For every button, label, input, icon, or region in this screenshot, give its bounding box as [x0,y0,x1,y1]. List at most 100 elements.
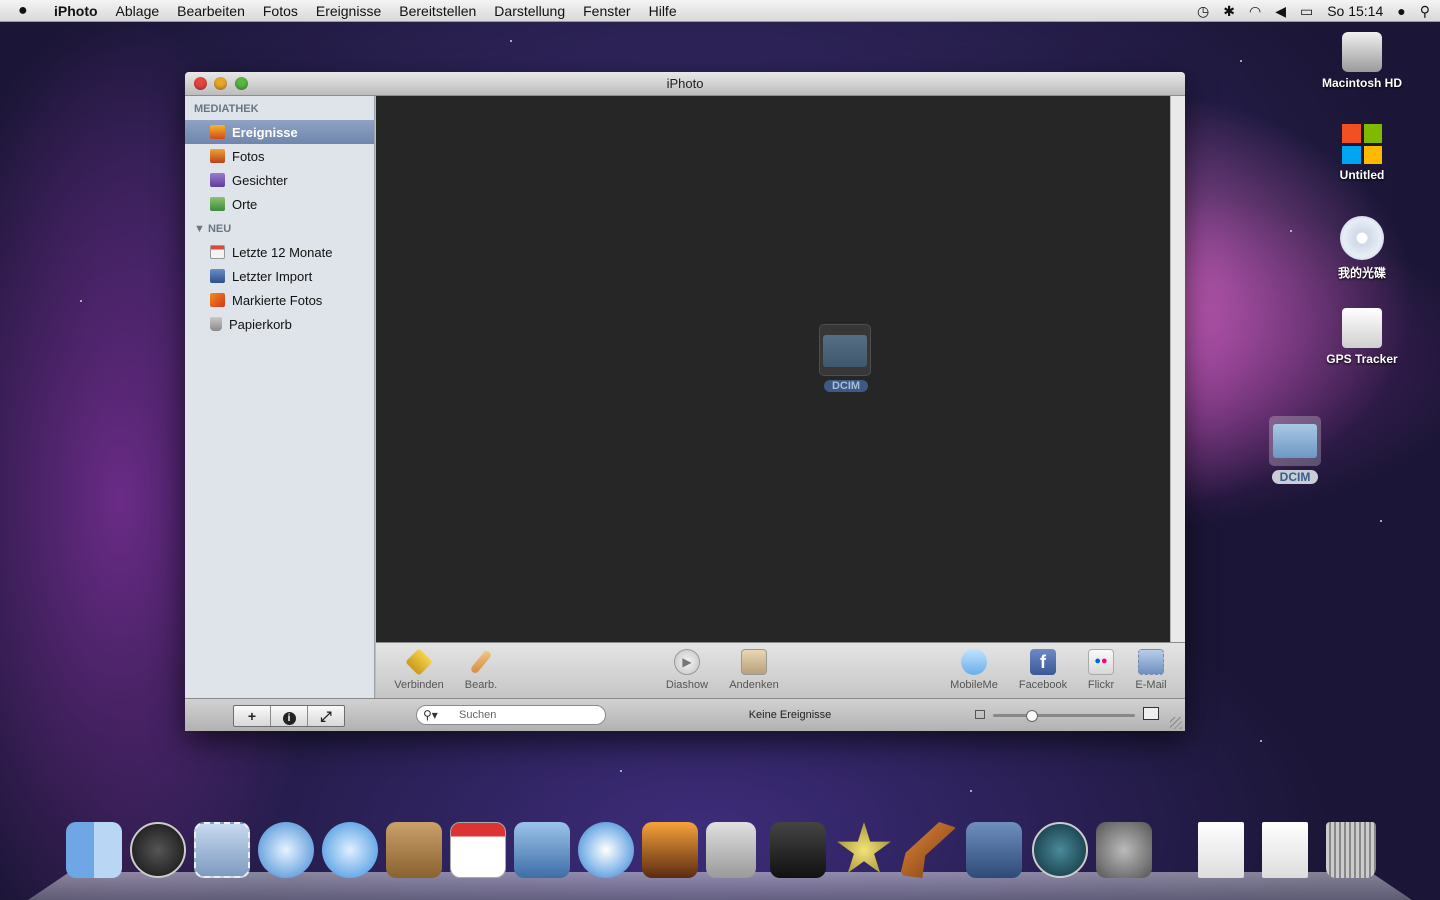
folder-label: DCIM [823,380,869,392]
imovie-icon[interactable] [837,822,891,873]
dragged-folder-dcim[interactable]: DCIM [819,324,873,394]
menu-ereignisse[interactable]: Ereignisse [316,3,381,19]
finder-icon[interactable] [66,822,122,878]
search-field[interactable]: ⚲▾ Suchen [416,705,606,725]
itunes-icon[interactable] [578,822,634,878]
ichat-icon[interactable] [322,822,378,878]
external-drive-icon [1342,308,1382,348]
zoom-slider-knob[interactable] [1026,710,1038,722]
pdf-document-icon[interactable] [1198,822,1244,878]
search-placeholder: Suchen [459,709,497,721]
email-button[interactable]: E-Mail [1121,649,1181,691]
resize-grip-icon[interactable] [1170,717,1182,729]
menu-bereitstellen[interactable]: Bereitstellen [399,3,476,19]
merge-icon [405,648,433,676]
diashow-button[interactable]: ▶ Diashow [657,649,717,691]
info-button[interactable]: i [271,706,308,726]
facebook-button[interactable]: f Facebook [1013,649,1073,691]
menu-bearbeiten[interactable]: Bearbeiten [177,3,245,19]
volume-icon[interactable]: ◀ [1275,3,1286,20]
facebook-icon: f [1030,649,1056,675]
faces-icon [210,173,225,187]
address-book-icon[interactable] [386,822,442,878]
apple-menu-icon[interactable]: ● [18,2,40,20]
desktop-icon-gps-tracker[interactable]: GPS Tracker [1307,308,1417,366]
places-icon [210,197,225,211]
bearbeiten-button[interactable]: Bearb. [451,649,511,691]
status-text: Keine Ereignisse [748,709,832,721]
time-machine-dock-icon[interactable] [1032,822,1088,878]
sidebar-item-papierkorb[interactable]: Papierkorb [185,312,374,336]
large-thumbnail-icon[interactable] [1143,707,1159,720]
photos-icon [210,149,225,163]
andenken-button[interactable]: Andenken [724,649,784,691]
source-list: MEDIATHEK Ereignisse Fotos Gesichter Ort… [185,96,375,698]
dock-trash-icon[interactable] [1326,822,1376,878]
window-titlebar[interactable]: iPhoto [185,72,1185,96]
mobileme-button[interactable]: MobileMe [944,649,1004,691]
desktop-icon-cd[interactable]: 我的光碟 [1307,216,1417,281]
mail-icon[interactable] [194,822,250,878]
events-icon [210,125,225,139]
cloud-icon [961,649,987,675]
menu-darstellung[interactable]: Darstellung [494,3,565,19]
sidebar-item-orte[interactable]: Orte [185,192,374,216]
section-header-neu[interactable]: ▼ NEU [185,216,374,240]
safari-icon[interactable] [258,822,314,878]
sidebar-item-letzter-import[interactable]: Letzter Import [185,264,374,288]
info-icon: i [282,712,296,725]
desktop-icon-macintosh-hd[interactable]: Macintosh HD [1307,32,1417,90]
status-bar: + i ⤢ ⚲▾ Suchen Keine Ereignisse [185,698,1185,731]
user-icon[interactable]: ● [1397,3,1405,19]
time-machine-icon[interactable]: ◷ [1197,3,1209,20]
sidebar-item-fotos[interactable]: Fotos [185,144,374,168]
small-thumbnail-icon[interactable] [975,710,985,719]
flickr-icon: ●● [1088,649,1114,675]
desktop-icon-untitled[interactable]: Untitled [1307,124,1417,182]
folder-icon [819,324,871,376]
flag-icon [210,293,225,307]
pdf-document-icon-2[interactable] [1262,822,1308,878]
sidebar-item-markierte-fotos[interactable]: Markierte Fotos [185,288,374,312]
calendar-icon [210,245,225,259]
disclosure-triangle-icon: ▼ [194,223,208,235]
menu-hilfe[interactable]: Hilfe [649,3,677,19]
folder-icon [1269,416,1321,466]
keepsake-icon [741,649,767,675]
front-row-icon[interactable] [770,822,826,878]
bottom-toolbar: Verbinden Bearb. ▶ Diashow Andenken Mobil… [376,642,1185,698]
search-icon[interactable]: ⚲▾ [423,708,438,722]
spaces-icon[interactable] [966,822,1022,878]
ical-icon[interactable] [450,822,506,878]
cd-disc-icon [1340,216,1384,260]
window-title: iPhoto [666,76,704,91]
dashboard-icon[interactable] [130,822,186,878]
desktop-icon-dcim[interactable]: DCIM [1240,416,1350,484]
verbinden-button[interactable]: Verbinden [389,648,449,691]
chair-icon[interactable] [706,822,756,878]
add-button[interactable]: + [234,706,271,726]
bluetooth-icon[interactable]: ✱ [1223,3,1235,20]
system-preferences-icon[interactable] [1096,822,1152,878]
battery-icon[interactable]: ▭ [1300,3,1313,20]
menu-ablage[interactable]: Ablage [116,3,160,19]
sidebar-item-ereignisse[interactable]: Ereignisse [185,120,374,144]
wifi-icon[interactable]: ◠ [1249,3,1261,20]
trash-icon [210,317,222,331]
menu-bar: ● iPhoto Ablage Bearbeiten Fotos Ereigni… [0,0,1440,22]
sidebar-button-group: + i ⤢ [233,705,345,727]
iphoto-icon[interactable] [642,822,698,878]
events-view[interactable]: DCIM [376,96,1170,642]
menubar-clock[interactable]: So 15:14 [1327,3,1383,19]
fullscreen-button[interactable]: ⤢ [308,706,344,726]
sidebar-item-letzte-12-monate[interactable]: Letzte 12 Monate [185,240,374,264]
menu-iphoto[interactable]: iPhoto [54,3,98,19]
vertical-scrollbar[interactable] [1170,96,1185,642]
sidebar-item-gesichter[interactable]: Gesichter [185,168,374,192]
menu-fenster[interactable]: Fenster [583,3,630,19]
preview-icon[interactable] [514,822,570,878]
garageband-icon[interactable] [900,822,956,878]
menu-fotos[interactable]: Fotos [263,3,298,19]
spotlight-icon[interactable]: ⚲ [1420,3,1430,20]
zoom-slider[interactable] [993,710,1135,722]
